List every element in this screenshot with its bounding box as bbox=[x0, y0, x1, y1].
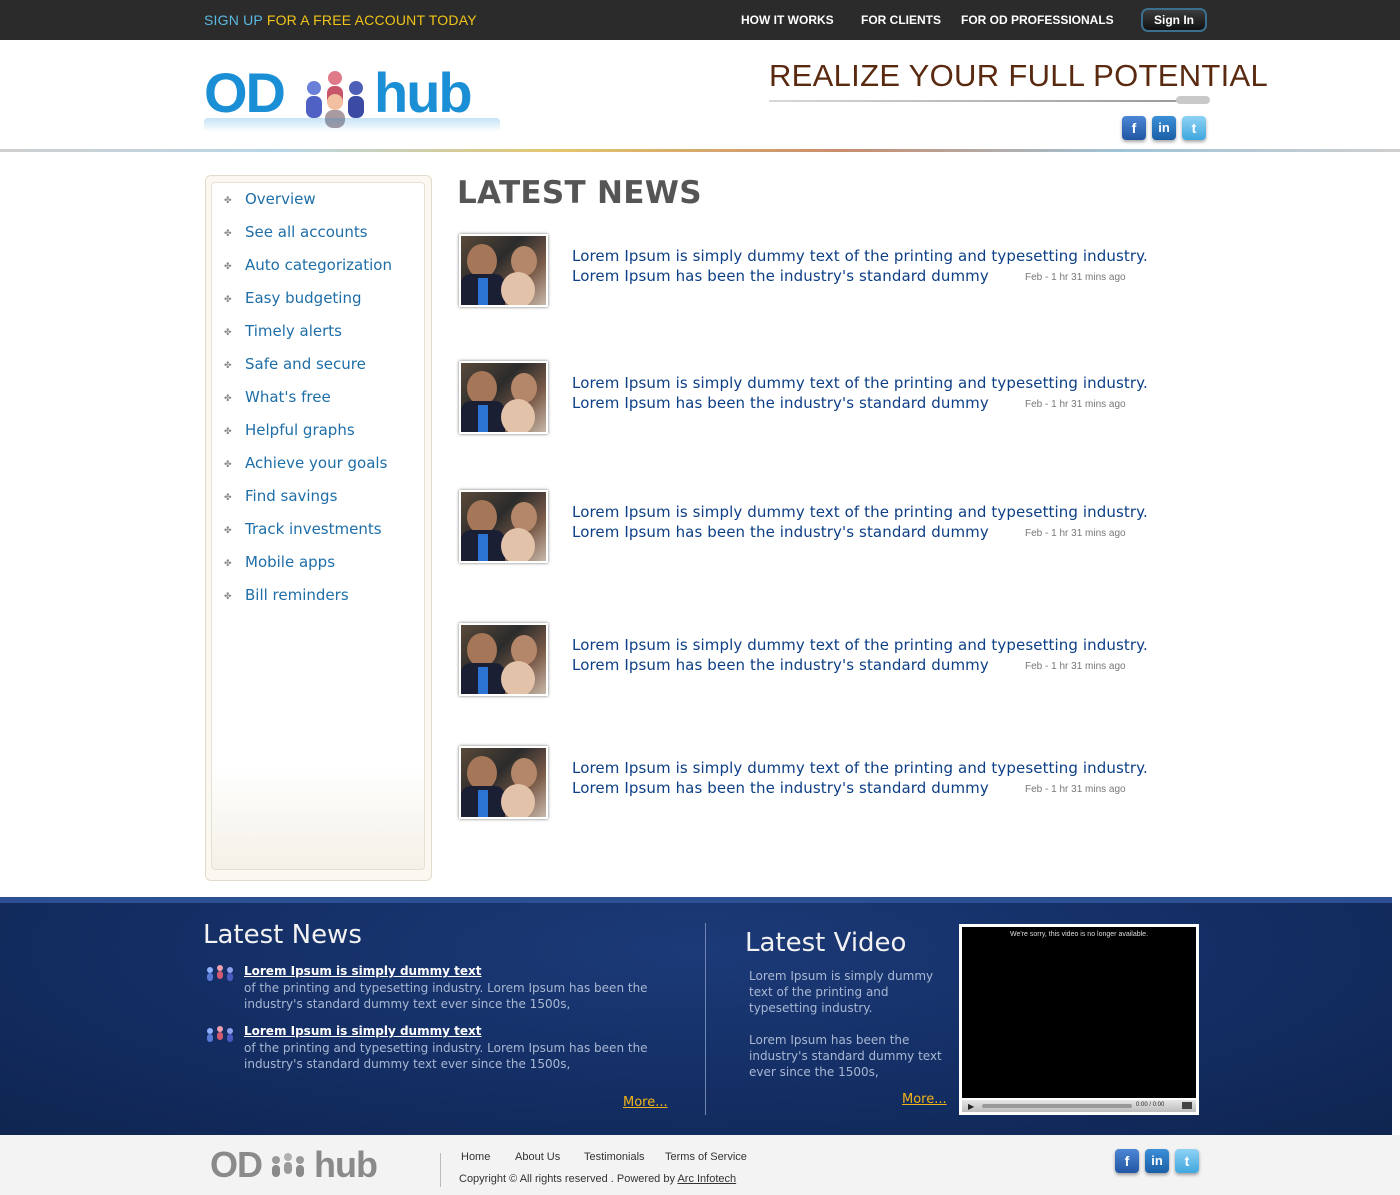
footer-logo-hub: hub bbox=[314, 1144, 378, 1185]
logo-reflection bbox=[204, 118, 500, 132]
logo[interactable]: OD hub bbox=[204, 60, 504, 136]
footer-link-about-us[interactable]: About Us bbox=[515, 1151, 560, 1163]
page-title: LATEST NEWS bbox=[457, 175, 702, 211]
footer-news-title: Latest News bbox=[203, 920, 362, 950]
nav-for-clients[interactable]: FOR CLIENTS bbox=[861, 13, 941, 27]
news-thumbnail[interactable] bbox=[459, 490, 548, 563]
twitter-icon[interactable]: t bbox=[1182, 116, 1206, 140]
powered-by-link[interactable]: Arc Infotech bbox=[677, 1173, 736, 1185]
bullet-icon: ✤ bbox=[224, 228, 232, 238]
video-description: Lorem Ipsum has been the industry's stan… bbox=[749, 1033, 942, 1079]
sidebar-item-timely-alerts[interactable]: Timely alerts bbox=[245, 322, 342, 340]
footer-link-terms[interactable]: Terms of Service bbox=[665, 1151, 747, 1163]
news-thumbnail[interactable] bbox=[459, 234, 548, 307]
fullscreen-icon[interactable] bbox=[1182, 1102, 1192, 1109]
news-line-1: Lorem Ipsum is simply dummy text of the … bbox=[572, 374, 1148, 392]
nav-how-it-works[interactable]: HOW IT WORKS bbox=[741, 13, 834, 27]
news-date: Feb - 1 hr 31 mins ago bbox=[1025, 272, 1126, 283]
footer-link-testimonials[interactable]: Testimonials bbox=[584, 1151, 645, 1163]
signup-link[interactable]: SIGN UP bbox=[204, 12, 263, 28]
bullet-icon: ✤ bbox=[224, 261, 232, 271]
video-more-link[interactable]: More... bbox=[902, 1092, 947, 1107]
footer-link-home[interactable]: Home bbox=[461, 1151, 490, 1163]
news-line-1: Lorem Ipsum is simply dummy text of the … bbox=[572, 636, 1148, 654]
bullet-icon: ✤ bbox=[224, 525, 232, 535]
sidebar-item-see-all-accounts[interactable]: See all accounts bbox=[245, 223, 368, 241]
tagline-underline bbox=[769, 100, 1179, 102]
tagline: REALIZE YOUR FULL POTENTIAL bbox=[769, 58, 1269, 93]
facebook-icon[interactable]: f bbox=[1122, 116, 1146, 140]
top-bar: SIGN UP FOR A FREE ACCOUNT TODAY HOW IT … bbox=[0, 0, 1400, 40]
twitter-icon[interactable]: t bbox=[1175, 1149, 1199, 1173]
sidebar-item-bill-reminders[interactable]: Bill reminders bbox=[245, 586, 349, 604]
sidebar-item-auto-categorization[interactable]: Auto categorization bbox=[245, 256, 392, 274]
sidebar-item-overview[interactable]: Overview bbox=[245, 190, 316, 208]
bullet-icon: ✤ bbox=[224, 393, 232, 403]
footer-video-title: Latest Video bbox=[745, 928, 907, 958]
logo-hub-text: hub bbox=[374, 61, 473, 124]
footer-divider bbox=[440, 1153, 441, 1187]
sidebar-item-whats-free[interactable]: What's free bbox=[245, 388, 331, 406]
bullet-icon: ✤ bbox=[224, 195, 232, 205]
facebook-icon[interactable]: f bbox=[1115, 1149, 1139, 1173]
people-icon bbox=[207, 1026, 233, 1042]
tagline-decoration bbox=[1176, 96, 1210, 104]
bullet-icon: ✤ bbox=[224, 327, 232, 337]
signup-promo-text: FOR A FREE ACCOUNT TODAY bbox=[266, 12, 477, 28]
news-date: Feb - 1 hr 31 mins ago bbox=[1025, 661, 1126, 672]
bullet-icon: ✤ bbox=[224, 591, 232, 601]
bullet-icon: ✤ bbox=[224, 360, 232, 370]
nav-for-od-professionals[interactable]: FOR OD PROFESSIONALS bbox=[961, 13, 1114, 27]
sidebar-item-easy-budgeting[interactable]: Easy budgeting bbox=[245, 289, 362, 307]
signup-promo[interactable]: SIGN UP FOR A FREE ACCOUNT TODAY bbox=[204, 12, 477, 28]
footer-logo-od: OD bbox=[210, 1144, 263, 1185]
sidebar-item-achieve-your-goals[interactable]: Achieve your goals bbox=[245, 454, 387, 472]
header-divider bbox=[0, 149, 1400, 152]
video-progress-bar[interactable] bbox=[982, 1104, 1132, 1108]
footer-news-desc: of the printing and typesetting industry… bbox=[244, 1041, 648, 1071]
news-thumbnail[interactable] bbox=[459, 623, 548, 696]
footer-people-logo-icon bbox=[272, 1153, 304, 1177]
sidebar-item-helpful-graphs[interactable]: Helpful graphs bbox=[245, 421, 355, 439]
sidebar-item-track-investments[interactable]: Track investments bbox=[245, 520, 382, 538]
bullet-icon: ✤ bbox=[224, 426, 232, 436]
video-time: 0:00 / 0:00 bbox=[1136, 1102, 1165, 1108]
play-icon[interactable]: ▶ bbox=[968, 1102, 974, 1111]
bullet-icon: ✤ bbox=[224, 492, 232, 502]
news-date: Feb - 1 hr 31 mins ago bbox=[1025, 784, 1126, 795]
video-message: We're sorry, this video is no longer ava… bbox=[1009, 931, 1149, 938]
linkedin-icon[interactable]: in bbox=[1145, 1149, 1169, 1173]
sign-in-button[interactable]: Sign In bbox=[1141, 8, 1207, 32]
linkedin-icon[interactable]: in bbox=[1152, 116, 1176, 140]
news-line-1: Lorem Ipsum is simply dummy text of the … bbox=[572, 247, 1148, 265]
sidebar-item-find-savings[interactable]: Find savings bbox=[245, 487, 337, 505]
bullet-icon: ✤ bbox=[224, 558, 232, 568]
logo-od-text: OD bbox=[204, 61, 286, 124]
news-date: Feb - 1 hr 31 mins ago bbox=[1025, 399, 1126, 410]
footer-news-link[interactable]: Lorem Ipsum is simply dummy text bbox=[244, 964, 481, 978]
band-divider bbox=[705, 923, 706, 1115]
video-screen[interactable]: We're sorry, this video is no longer ava… bbox=[962, 927, 1196, 1098]
copyright-text: Copyright © All rights reserved . Powere… bbox=[459, 1173, 675, 1185]
news-thumbnail[interactable] bbox=[459, 746, 548, 819]
copyright: Copyright © All rights reserved . Powere… bbox=[459, 1173, 736, 1185]
footer-news-link[interactable]: Lorem Ipsum is simply dummy text bbox=[244, 1024, 481, 1038]
news-line-1: Lorem Ipsum is simply dummy text of the … bbox=[572, 759, 1148, 777]
video-description: Lorem Ipsum is simply dummy text of the … bbox=[749, 969, 934, 1015]
sidebar-item-mobile-apps[interactable]: Mobile apps bbox=[245, 553, 335, 571]
footer-logo[interactable]: OD hub bbox=[210, 1144, 378, 1186]
video-controls: ▶ 0:00 / 0:00 bbox=[962, 1100, 1196, 1112]
news-more-link[interactable]: More... bbox=[623, 1095, 668, 1110]
bullet-icon: ✤ bbox=[224, 459, 232, 469]
news-date: Feb - 1 hr 31 mins ago bbox=[1025, 528, 1126, 539]
news-thumbnail[interactable] bbox=[459, 361, 548, 434]
bullet-icon: ✤ bbox=[224, 294, 232, 304]
footer-news-desc: of the printing and typesetting industry… bbox=[244, 981, 648, 1011]
news-line-1: Lorem Ipsum is simply dummy text of the … bbox=[572, 503, 1148, 521]
people-icon bbox=[207, 965, 233, 981]
sidebar-item-safe-and-secure[interactable]: Safe and secure bbox=[245, 355, 366, 373]
video-player[interactable]: We're sorry, this video is no longer ava… bbox=[959, 924, 1199, 1115]
